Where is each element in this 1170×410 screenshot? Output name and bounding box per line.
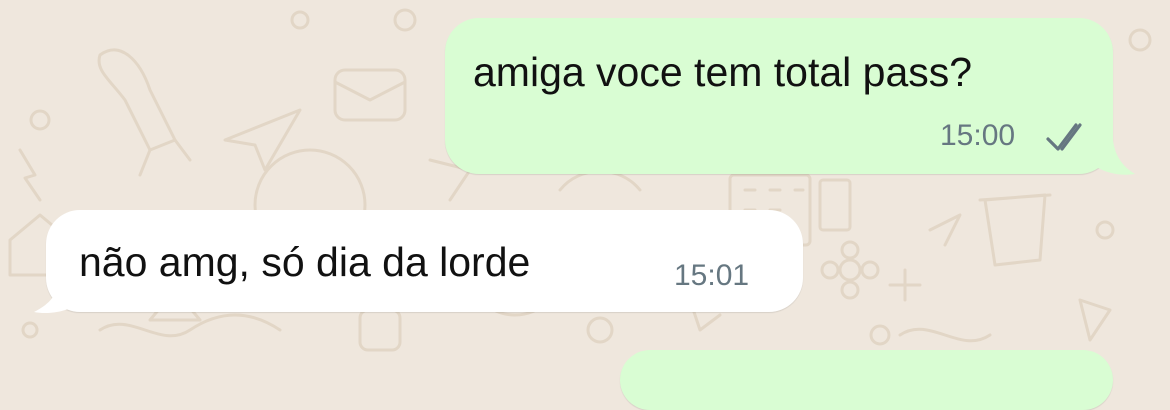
double-check-icon (1046, 123, 1082, 151)
message-timestamp: 15:01 (674, 259, 750, 292)
message-timestamp: 15:00 (940, 119, 1016, 152)
outgoing-message-bubble-partial[interactable] (620, 350, 1113, 410)
outgoing-bubble-tail (1095, 140, 1135, 175)
message-text: amiga voce tem total pass? (473, 49, 973, 95)
message-text: não amg, só dia da lorde (79, 239, 531, 285)
incoming-bubble-tail (34, 278, 78, 314)
incoming-message-bubble[interactable]: não amg, só dia da lorde 15:01 (46, 210, 803, 312)
outgoing-message-bubble[interactable]: amiga voce tem total pass? 15:00 (445, 18, 1113, 174)
